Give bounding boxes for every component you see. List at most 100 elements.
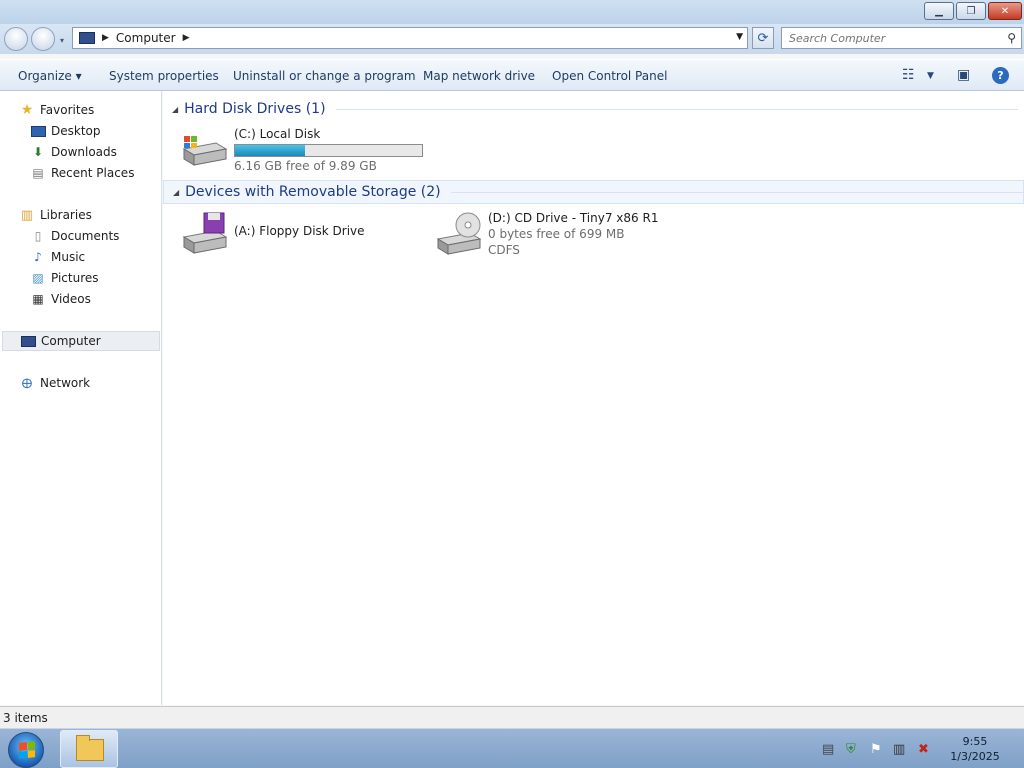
caption-buttons: ▁ ❐ ✕ [924, 2, 1022, 20]
cd-drive-graphic [436, 212, 482, 255]
maximize-button[interactable]: ❐ [956, 2, 986, 20]
nav-downloads[interactable]: ⬇ Downloads [30, 142, 117, 162]
nav-documents-label: Documents [51, 229, 120, 243]
navigation-pane: ★ Favorites Desktop ⬇ Downloads ▤ Recent… [0, 91, 162, 705]
nav-libraries[interactable]: ▥ Libraries [19, 205, 92, 225]
breadcrumb-computer[interactable]: Computer [116, 31, 176, 45]
command-bar: Organize ▾ System properties Uninstall o… [0, 59, 1024, 91]
desktop-icon [30, 124, 46, 138]
close-button[interactable]: ✕ [988, 2, 1022, 20]
nav-documents[interactable]: ▯ Documents [30, 226, 120, 246]
status-bar: 3 items [0, 706, 1024, 728]
windows-logo-icon [19, 741, 35, 759]
nav-videos[interactable]: ▦ Videos [30, 289, 91, 309]
taskbar: ▤ ⛨ ⚑ ▥ ✖ 9:55 1/3/2025 [0, 728, 1024, 768]
tray-network-icon[interactable]: ▥ [893, 742, 905, 757]
libraries-icon: ▥ [20, 207, 34, 223]
view-dropdown-icon[interactable]: ▼ [927, 71, 934, 81]
drive-a[interactable]: (A:) Floppy Disk Drive [180, 211, 365, 255]
computer-icon [20, 334, 36, 348]
tray-document-icon[interactable]: ▤ [822, 742, 834, 757]
breadcrumb-chevron-icon[interactable]: ▶ [183, 33, 190, 43]
music-icon: ♪ [34, 250, 42, 264]
drive-c-usage-fill [235, 145, 306, 156]
cd-drive-icon [434, 211, 482, 255]
drive-d[interactable]: (D:) CD Drive - Tiny7 x86 R1 0 bytes fre… [434, 211, 658, 257]
nav-music-label: Music [51, 250, 86, 264]
nav-recent-places-label: Recent Places [51, 166, 135, 180]
nav-computer-label: Computer [41, 334, 101, 348]
computer-icon [79, 32, 95, 44]
drive-a-name: (A:) Floppy Disk Drive [234, 224, 365, 238]
drive-c-usage-bar [234, 144, 423, 157]
forward-button[interactable] [31, 27, 55, 51]
content-area: ◢ Hard Disk Drives (1) (C:) Local Disk 6… [163, 91, 1024, 705]
group-header-hard-disk-drives[interactable]: ◢ Hard Disk Drives (1) [163, 97, 1018, 121]
search-input[interactable] [789, 31, 989, 45]
tray-volume-muted-icon[interactable]: ✖ [918, 742, 929, 757]
star-icon: ★ [20, 102, 34, 118]
back-button[interactable] [4, 27, 28, 51]
documents-icon: ▯ [34, 229, 42, 243]
nav-network-label: Network [40, 376, 91, 390]
nav-pictures-label: Pictures [51, 271, 99, 285]
nav-desktop-label: Desktop [51, 124, 101, 138]
organize-button[interactable]: Organize ▾ [18, 69, 82, 83]
nav-network[interactable]: 🜨 Network [19, 373, 91, 393]
nav-computer[interactable]: Computer [2, 331, 160, 351]
title-bar: ▁ ❐ ✕ [0, 0, 1024, 24]
hard-drive-graphic [182, 136, 228, 166]
nav-pictures[interactable]: ▨ Pictures [30, 268, 99, 288]
pictures-icon: ▨ [32, 271, 44, 285]
drive-d-filesystem: CDFS [488, 243, 520, 257]
drive-d-free-space: 0 bytes free of 699 MB [488, 227, 625, 241]
downloads-icon: ⬇ [32, 145, 44, 159]
item-count: 3 items [3, 711, 48, 725]
group-title: Devices with Removable Storage (2) [185, 184, 441, 200]
start-button[interactable] [8, 732, 44, 768]
uninstall-program-button[interactable]: Uninstall or change a program [233, 69, 416, 83]
videos-icon: ▦ [32, 292, 44, 306]
nav-music[interactable]: ♪ Music [30, 247, 85, 267]
nav-downloads-label: Downloads [51, 145, 117, 159]
nav-favorites-label: Favorites [40, 103, 95, 117]
drive-c-name: (C:) Local Disk [234, 127, 321, 141]
taskbar-windows-explorer[interactable] [60, 730, 118, 768]
group-header-removable-storage[interactable]: ◢ Devices with Removable Storage (2) [163, 180, 1024, 204]
recent-pages-dropdown[interactable]: ▾ [60, 36, 64, 45]
view-options-icon[interactable]: ☷ [902, 67, 915, 83]
search-icon[interactable]: ⚲ [1007, 31, 1016, 45]
hard-drive-icon [180, 127, 228, 171]
drive-c-free-space: 6.16 GB free of 9.89 GB [234, 159, 377, 173]
address-row: ▾ ▶ Computer ▶ ▼ ⟳ ⚲ [0, 24, 1024, 54]
floppy-drive-icon [180, 211, 228, 255]
minimize-button[interactable]: ▁ [924, 2, 954, 20]
nav-favorites[interactable]: ★ Favorites [19, 100, 95, 120]
drive-c[interactable]: (C:) Local Disk 6.16 GB free of 9.89 GB [180, 127, 423, 173]
breadcrumb-chevron-icon[interactable]: ▶ [102, 33, 109, 43]
clock-time: 9:55 [962, 735, 988, 748]
clock-date: 1/3/2025 [950, 750, 1000, 763]
nav-libraries-label: Libraries [40, 208, 92, 222]
nav-recent-places[interactable]: ▤ Recent Places [30, 163, 134, 183]
map-network-drive-button[interactable]: Map network drive [423, 69, 535, 83]
collapse-triangle-icon[interactable]: ◢ [173, 188, 179, 197]
address-box[interactable]: ▶ Computer ▶ ▼ [72, 27, 748, 49]
help-button[interactable]: ? [992, 67, 1009, 84]
address-dropdown-icon[interactable]: ▼ [736, 32, 743, 42]
group-title: Hard Disk Drives (1) [184, 101, 326, 117]
clock[interactable]: 9:55 1/3/2025 [944, 734, 1006, 764]
refresh-button[interactable]: ⟳ [752, 27, 774, 49]
tray-security-icon[interactable]: ⛨ [846, 742, 856, 757]
preview-pane-icon[interactable]: ▣ [957, 67, 970, 83]
search-box[interactable]: ⚲ [781, 27, 1022, 49]
group-divider [335, 108, 1018, 110]
recent-places-icon: ▤ [32, 166, 44, 180]
open-control-panel-button[interactable]: Open Control Panel [552, 69, 667, 83]
system-properties-button[interactable]: System properties [109, 69, 219, 83]
group-divider [450, 191, 1023, 193]
drive-d-name: (D:) CD Drive - Tiny7 x86 R1 [488, 211, 659, 225]
nav-desktop[interactable]: Desktop [30, 121, 101, 141]
collapse-triangle-icon[interactable]: ◢ [172, 105, 178, 114]
tray-action-center-flag-icon[interactable]: ⚑ [870, 742, 882, 757]
